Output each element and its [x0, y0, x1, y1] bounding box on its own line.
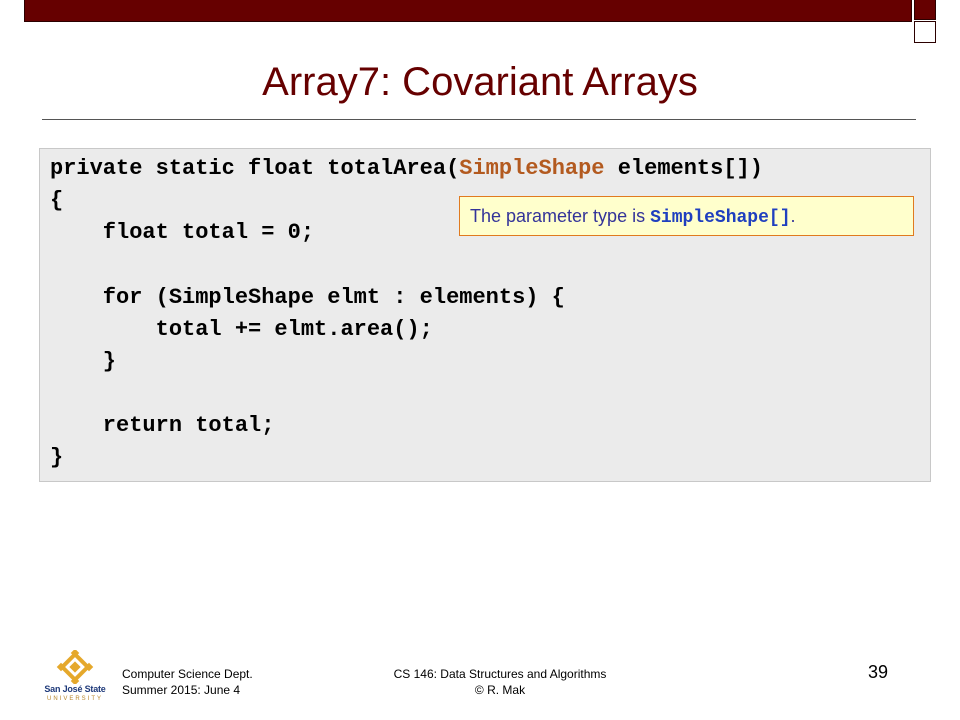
callout-text-post: .	[790, 206, 796, 226]
code-line-2: {	[50, 188, 64, 213]
university-logo: San José State UNIVERSITY	[44, 650, 106, 708]
footer-author: © R. Mak	[474, 683, 526, 697]
code-line-4: for (SimpleShape elmt : elements) {	[50, 285, 565, 310]
top-decorative-bar	[24, 0, 912, 22]
code-line-6: }	[50, 349, 117, 374]
footer-term: Summer 2015: June 4	[122, 683, 241, 697]
code-line-1-post: elements[])	[604, 156, 763, 181]
footer-left: Computer Science Dept. Summer 2015: June…	[122, 666, 253, 698]
parameter-type-callout: The parameter type is SimpleShape[].	[459, 196, 914, 236]
logo-name: San José State	[44, 684, 106, 694]
callout-text-pre: The parameter type is	[470, 206, 651, 226]
code-line-8: }	[50, 445, 64, 470]
code-line-5: total += elmt.area();	[50, 317, 433, 342]
code-line-7: return total;	[50, 413, 275, 438]
page-number: 39	[868, 662, 889, 682]
code-line-1: private static float totalArea(SimpleSha…	[50, 155, 763, 183]
code-line-3: float total = 0;	[50, 220, 315, 245]
title-divider	[42, 119, 916, 120]
callout-code: SimpleShape[]	[650, 208, 791, 228]
logo-subtitle: UNIVERSITY	[46, 696, 103, 702]
top-decorative-square-filled	[914, 0, 936, 20]
slide-title: Array7: Covariant Arrays	[262, 60, 698, 104]
top-decorative-square-outline	[914, 21, 936, 43]
footer-course: CS 146: Data Structures and Algorithms	[393, 667, 607, 681]
footer-center: CS 146: Data Structures and Algorithms ©…	[300, 666, 700, 698]
code-line-1-type: SimpleShape	[459, 156, 605, 181]
footer-dept: Computer Science Dept.	[122, 667, 253, 681]
code-line-1-pre: private static float totalArea(	[50, 156, 460, 181]
sjsu-emblem-icon	[56, 650, 94, 684]
